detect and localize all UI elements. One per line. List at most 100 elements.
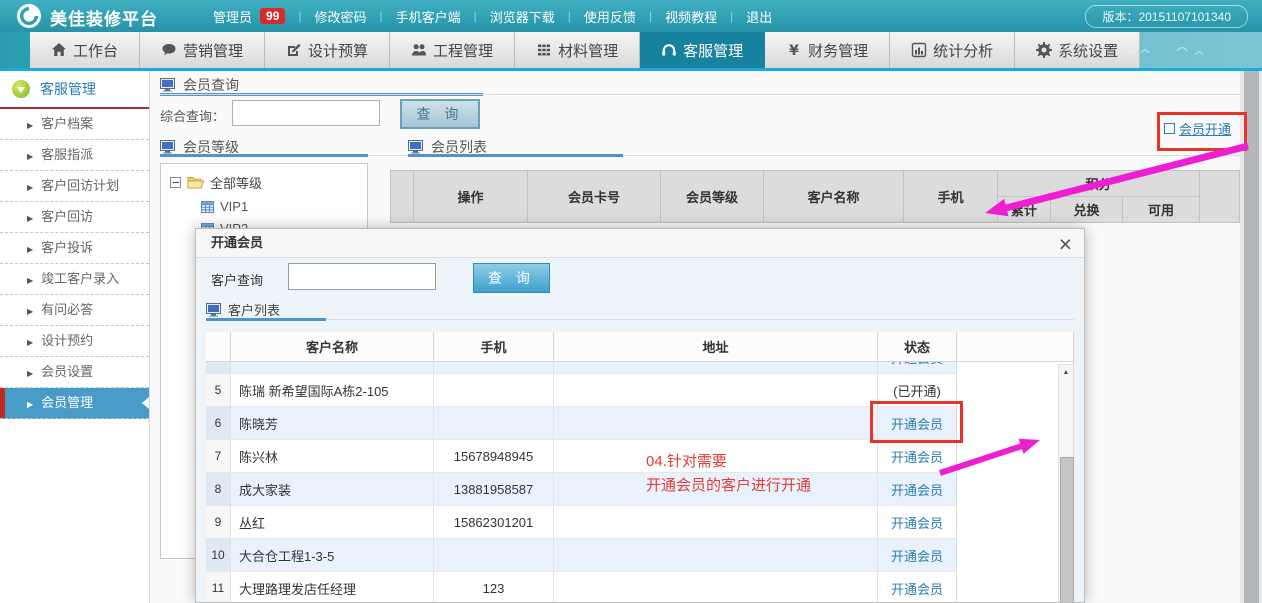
tab-finance[interactable]: ¥ 财务管理 [765, 32, 890, 68]
scroll-up-icon[interactable]: ▲ [1059, 365, 1073, 380]
feedback-link[interactable]: 使用反馈 [584, 7, 636, 26]
brand-logo-icon [16, 3, 42, 29]
admin-link[interactable]: 管理员 [213, 7, 252, 26]
open-member-link[interactable]: 开通会员 [891, 513, 943, 532]
dialog-query-button[interactable]: 查 询 [473, 263, 550, 293]
member-open-link[interactable]: 会员开通 [1164, 119, 1231, 138]
sidebar-item-member-settings[interactable]: ▶会员设置 [0, 357, 149, 388]
module-circle-icon [12, 80, 30, 98]
status-cell: 开通会员 [878, 473, 957, 505]
sidebar-item-label: 客户回访 [41, 209, 93, 224]
browser-download-link[interactable]: 浏览器下载 [490, 7, 555, 26]
mobile-client-link[interactable]: 手机客户端 [396, 7, 461, 26]
annotation-line2: 开通会员的客户进行开通 [646, 474, 811, 498]
address-cell [554, 506, 878, 538]
open-member-link[interactable]: 开通会员 [891, 480, 943, 499]
sidebar-item-service-assign[interactable]: ▶客服指派 [0, 140, 149, 171]
tree-root-node[interactable]: 全部等级 [170, 173, 367, 192]
folder-icon [187, 176, 204, 189]
phone-cell: 15862301201 [434, 506, 554, 538]
tab-design-budget[interactable]: 设计预算 [265, 32, 390, 68]
status-cell: (已开通) [878, 374, 957, 406]
customer-query-input[interactable] [288, 263, 436, 290]
customer-query-label: 客户查询 [211, 270, 263, 289]
customer-table-header: 客户名称 手机 地址 状态 [206, 332, 1074, 362]
member-open-label: 会员开通 [1179, 119, 1231, 138]
query-button[interactable]: 查 询 [400, 99, 480, 129]
combined-query-input[interactable] [232, 100, 380, 126]
tab-customer-service[interactable]: 客服管理 [640, 32, 765, 68]
tree-node-vip1[interactable]: VIP1 [201, 199, 367, 214]
divider: | [568, 9, 571, 23]
customer-list-header: 客户列表 [206, 300, 280, 319]
column-header-extra [957, 332, 1074, 362]
member-list-table-header: 操作 会员卡号 会员等级 客户名称 手机 积分 累计 兑换 可用 [390, 170, 1240, 223]
column-header-status: 状态 [878, 332, 957, 362]
open-member-link[interactable]: 开通会员 [891, 414, 943, 433]
dialog-scrollbar[interactable]: ▲ [1058, 364, 1074, 603]
main-nav: 工作台 营销管理 设计预算 工程管理 材料管理 客服管理 ¥ 财务管理 统计分析 [0, 32, 1262, 68]
status-cell: 开通会员 [878, 572, 957, 603]
phone-cell: 13881958587 [434, 473, 554, 505]
logout-link[interactable]: 退出 [746, 7, 772, 26]
tab-label: 工程管理 [433, 40, 493, 61]
customer-name-cell: 大合仓工程1-3-5 [231, 539, 434, 571]
tree-root-label[interactable]: 全部等级 [210, 173, 262, 192]
divider: | [649, 9, 652, 23]
tab-label: 营销管理 [183, 40, 243, 61]
scrollbar-thumb[interactable] [1060, 457, 1074, 603]
points-column-group: 积分 累计 兑换 可用 [998, 171, 1200, 223]
tab-statistics[interactable]: 统计分析 [890, 32, 1015, 68]
open-member-link[interactable]: 开通会员 [891, 362, 943, 367]
open-member-link[interactable]: 开通会员 [891, 579, 943, 598]
sidebar-item-completed-entry[interactable]: ▶竣工客户录入 [0, 264, 149, 295]
video-tutorial-link[interactable]: 视频教程 [665, 7, 717, 26]
birds-decoration [1057, 42, 1217, 60]
sidebar-item-customer-archive[interactable]: ▶客户档案 [0, 109, 149, 140]
open-member-link[interactable]: 开通会员 [891, 447, 943, 466]
chat-bubble-icon [161, 42, 177, 58]
change-password-link[interactable]: 修改密码 [315, 7, 367, 26]
table-row: 8 成大家装 13881958587 开通会员 [206, 473, 957, 506]
table-row: 11 大理路理发店任经理 123 开通会员 [206, 572, 957, 603]
customer-name-cell: 陈晓芳 [231, 407, 434, 439]
headset-icon [661, 42, 677, 58]
sidebar-item-customer-visit[interactable]: ▶客户回访 [0, 202, 149, 233]
sidebar-item-label: 客服指派 [41, 147, 93, 162]
sidebar-item-qa[interactable]: ▶有问必答 [0, 295, 149, 326]
sidebar-item-label: 会员设置 [41, 364, 93, 379]
sidebar-item-design-appointment[interactable]: ▶设计预约 [0, 326, 149, 357]
sidebar-title: 客服管理 [0, 71, 149, 109]
sidebar-item-member-management[interactable]: ▶会员管理 [0, 388, 149, 419]
annotation-text: 04.针对需要 开通会员的客户进行开通 [646, 450, 811, 498]
sidebar-item-visit-plan[interactable]: ▶客户回访计划 [0, 171, 149, 202]
sidebar-item-label: 客户档案 [41, 116, 93, 131]
message-count-badge[interactable]: 99 [260, 8, 285, 24]
address-cell [554, 539, 878, 571]
page-scrollbar-thumb[interactable] [1244, 71, 1259, 603]
close-icon[interactable]: × [1059, 230, 1072, 258]
customer-name-cell [231, 362, 434, 373]
tab-project[interactable]: 工程管理 [390, 32, 515, 68]
table-icon [201, 201, 214, 213]
status-text: (已开通) [893, 381, 941, 400]
row-number [206, 362, 231, 373]
monitor-icon [160, 140, 175, 154]
column-header-points-available: 可用 [1123, 197, 1200, 223]
phone-cell: 15678948945 [434, 440, 554, 472]
sidebar-item-complaint[interactable]: ▶客户投诉 [0, 233, 149, 264]
combined-query-label: 综合查询： [160, 106, 225, 125]
row-number: 11 [206, 572, 231, 603]
open-member-link[interactable]: 开通会员 [891, 546, 943, 565]
yen-icon: ¥ [786, 42, 802, 58]
collapse-icon[interactable] [170, 177, 181, 188]
page-scrollbar[interactable] [1240, 71, 1262, 603]
column-header-extra [1200, 171, 1240, 223]
tree-node-label[interactable]: VIP1 [220, 199, 248, 214]
tab-label: 设计预算 [308, 40, 368, 61]
tab-marketing[interactable]: 营销管理 [140, 32, 265, 68]
address-cell [554, 407, 878, 439]
address-cell [554, 362, 878, 373]
tab-material[interactable]: 材料管理 [515, 32, 640, 68]
tab-workbench[interactable]: 工作台 [30, 32, 140, 68]
